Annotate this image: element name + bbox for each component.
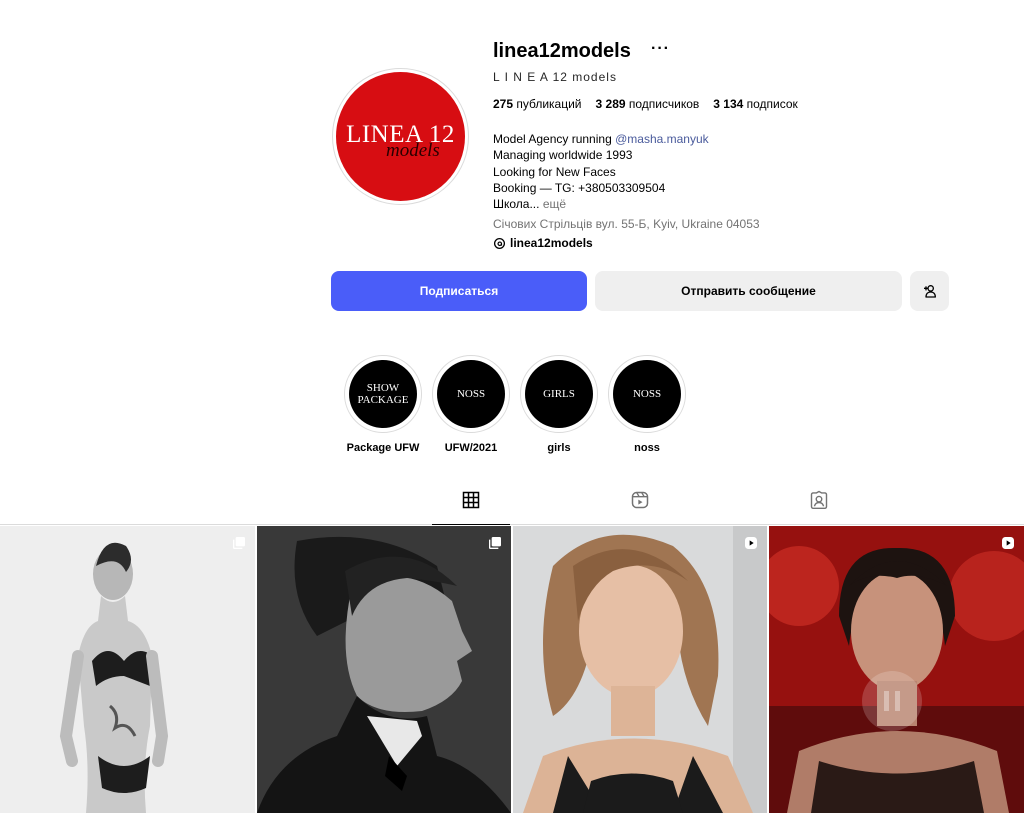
highlight-label: Package UFW [346,442,420,454]
profile-stats: 275 публикаций 3 289 подписчиков 3 134 п… [493,97,798,111]
threads-icon [493,237,506,249]
post-thumbnail[interactable] [0,526,255,813]
profile-bio: Model Agency running @masha.manyuk Manag… [493,131,709,212]
bio-line-1-text: Model Agency running [493,132,616,146]
tab-reels[interactable] [601,490,679,525]
post-photo [769,526,1024,813]
bio-line-3: Looking for New Faces [493,164,616,179]
grid-icon [462,491,480,509]
tab-tagged[interactable] [780,490,858,525]
carousel-icon [489,537,501,549]
post-photo [513,526,767,813]
highlight-cover: NOSS [613,360,681,428]
bio-line-5: Школа... ещё [493,196,709,212]
highlight-item[interactable]: NOSS noss [608,355,686,454]
post-thumbnail[interactable] [513,526,767,813]
posts-grid [0,526,1024,813]
highlight-ring: NOSS [432,355,510,433]
highlight-label: noss [634,442,660,454]
followers-stat[interactable]: 3 289 подписчиков [596,97,700,111]
tagged-icon [810,490,828,510]
profile-username: linea12models [493,40,631,62]
follow-button[interactable]: Подписаться [331,271,587,311]
followers-label: подписчиков [628,97,700,111]
avatar-logo: LINEA 12 models [336,72,465,201]
tabs-divider [0,524,1024,525]
following-stat[interactable]: 3 134 подписок [713,97,798,111]
reel-icon [1002,537,1014,549]
bio-line-5-text: Школа... [493,197,540,212]
threads-handle: linea12models [510,236,593,250]
following-label: подписок [746,97,798,111]
posts-count-stat: 275 публикаций [493,97,582,111]
highlight-item[interactable]: GIRLS girls [520,355,598,454]
profile-avatar[interactable]: LINEA 12 models [332,68,469,205]
tab-posts[interactable] [432,490,510,525]
posts-label: публикаций [516,97,582,111]
highlight-ring: GIRLS [520,355,598,433]
highlight-ring: SHOW PACKAGE [344,355,422,433]
send-message-button[interactable]: Отправить сообщение [595,271,902,311]
post-thumbnail[interactable] [257,526,511,813]
post-photo [0,526,255,813]
highlight-item[interactable]: NOSS UFW/2021 [432,355,510,454]
post-photo [257,526,511,813]
reel-icon [745,537,757,549]
highlight-cover: NOSS [437,360,505,428]
reels-icon [631,491,649,509]
followers-count: 3 289 [595,97,626,111]
highlight-cover: GIRLS [525,360,593,428]
bio-line-4: Booking — TG: +380503309504 [493,180,666,195]
profile-address[interactable]: Січових Стрільців вул. 55-Б, Kyiv, Ukrai… [493,217,760,231]
highlight-ring: NOSS [608,355,686,433]
bio-more-link[interactable]: ещё [543,197,566,211]
post-thumbnail[interactable] [769,526,1024,813]
highlight-item[interactable]: SHOW PACKAGE Package UFW [344,355,422,454]
suggest-users-button[interactable] [910,271,949,311]
bio-line-2: Managing worldwide 1993 [493,148,633,163]
bio-line-1: Model Agency running @masha.manyuk [493,131,709,147]
bio-mention-link[interactable]: @masha.manyuk [615,132,709,146]
add-user-icon [923,285,936,298]
posts-count: 275 [493,97,514,111]
highlight-cover: SHOW PACKAGE [349,360,417,428]
profile-full-name: L I N E A 12 models [493,70,617,84]
threads-link[interactable]: linea12models [493,236,593,250]
highlight-label: UFW/2021 [444,442,498,454]
highlight-label: girls [547,442,571,454]
carousel-icon [233,537,245,549]
following-count: 3 134 [713,97,744,111]
avatar-script-text: models [386,140,440,161]
more-options-icon[interactable]: ··· [651,40,670,58]
